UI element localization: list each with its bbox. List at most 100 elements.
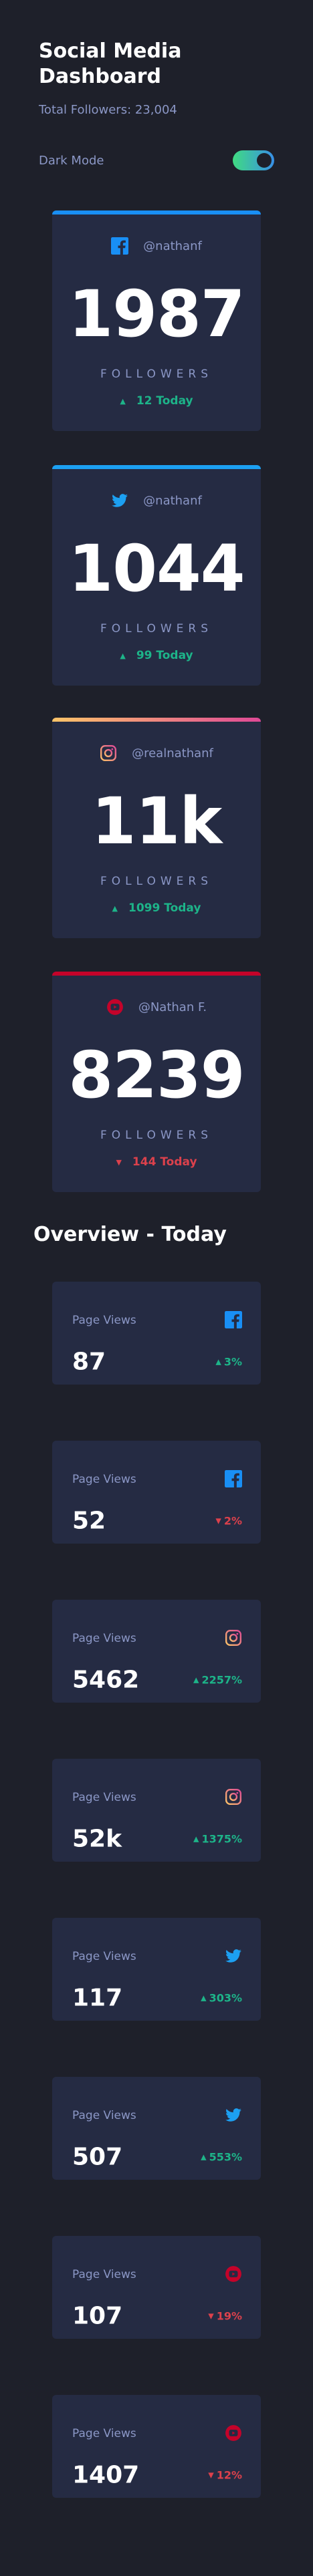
- overview-change-text: 3%: [223, 1355, 242, 1369]
- overview-card-twitter-views[interactable]: Page Views 117 ▲ 303%: [52, 1918, 261, 2021]
- overview-title: Overview - Today: [33, 1223, 227, 1246]
- overview-change-text: 2%: [223, 1514, 242, 1528]
- twitter-icon: [111, 492, 128, 509]
- arrow-down-icon: ▼: [116, 1157, 122, 1167]
- today-change: ▲ 99 Today: [52, 649, 261, 662]
- arrow-down-icon: ▼: [208, 2311, 214, 2321]
- overview-label: Page Views: [72, 2109, 136, 2122]
- overview-change-text: 1375%: [201, 1832, 242, 1846]
- overview-label: Page Views: [72, 1950, 136, 1963]
- overview-card-facebook-views[interactable]: Page Views 87 ▲ 3%: [52, 1282, 261, 1385]
- dashboard-header: Social Media Dashboard Total Followers: …: [39, 39, 280, 117]
- follower-count: 1044: [68, 531, 245, 606]
- follower-card-youtube[interactable]: @Nathan F. 8239 FOLLOWERS ▼ 144 Today: [52, 972, 261, 1192]
- overview-card-twitter-views[interactable]: Page Views 507 ▲ 553%: [52, 2077, 261, 2180]
- overview-change: ▲ 1375%: [193, 1833, 242, 1846]
- follower-card-facebook[interactable]: @nathanf 1987 FOLLOWERS ▲ 12 Today: [52, 210, 261, 431]
- card-stripe: [52, 972, 261, 976]
- today-change: ▼ 144 Today: [52, 1155, 261, 1169]
- overview-card-instagram-views[interactable]: Page Views 52k ▲ 1375%: [52, 1759, 261, 1862]
- account-handle: @nathanf: [143, 493, 202, 508]
- arrow-up-icon: ▲: [193, 1675, 199, 1685]
- overview-label: Page Views: [72, 1314, 136, 1327]
- overview-label: Page Views: [72, 2427, 136, 2440]
- overview-change-text: 553%: [209, 2150, 242, 2164]
- arrow-up-icon: ▲: [215, 1357, 221, 1367]
- twitter-icon: [225, 2106, 242, 2124]
- overview-value: 507: [72, 2143, 123, 2171]
- follower-count: 11k: [91, 784, 222, 859]
- youtube-icon: [225, 2265, 242, 2283]
- followers-label: FOLLOWERS: [100, 622, 213, 635]
- overview-change: ▼ 12%: [208, 2469, 242, 2482]
- overview-label: Page Views: [72, 1632, 136, 1645]
- account-handle: @Nathan F.: [138, 1000, 207, 1014]
- account-handle: @realnathanf: [132, 746, 213, 760]
- overview-value: 5462: [72, 1666, 140, 1694]
- arrow-up-icon: ▲: [120, 396, 126, 406]
- youtube-icon: [225, 2424, 242, 2442]
- followers-label: FOLLOWERS: [100, 368, 213, 381]
- overview-label: Page Views: [72, 1473, 136, 1486]
- overview-change-text: 12%: [216, 2468, 242, 2482]
- dark-mode-label: Dark Mode: [39, 153, 104, 168]
- card-handle-row: @Nathan F.: [52, 998, 261, 1016]
- card-stripe: [52, 718, 261, 722]
- follower-card-instagram[interactable]: @realnathanf 11k FOLLOWERS ▲ 1099 Today: [52, 718, 261, 938]
- overview-card-youtube-views[interactable]: Page Views 1407 ▼ 12%: [52, 2395, 261, 2498]
- followers-label: FOLLOWERS: [100, 875, 213, 888]
- overview-change-text: 2257%: [201, 1673, 242, 1687]
- card-handle-row: @realnathanf: [52, 744, 261, 762]
- overview-change: ▼ 2%: [215, 1515, 242, 1528]
- overview-card-facebook-views[interactable]: Page Views 52 ▼ 2%: [52, 1441, 261, 1544]
- arrow-up-icon: ▲: [201, 2152, 207, 2162]
- card-handle-row: @nathanf: [52, 237, 261, 255]
- today-change-text: 99 Today: [136, 649, 193, 662]
- toggle-knob: [257, 153, 272, 168]
- overview-value: 117: [72, 1984, 123, 2012]
- card-handle-row: @nathanf: [52, 492, 261, 509]
- arrow-down-icon: ▼: [215, 1516, 221, 1526]
- card-stripe: [52, 465, 261, 469]
- dark-mode-row: Dark Mode: [39, 150, 274, 170]
- overview-change: ▲ 2257%: [193, 1674, 242, 1687]
- follower-card-twitter[interactable]: @nathanf 1044 FOLLOWERS ▲ 99 Today: [52, 465, 261, 686]
- instagram-icon: [225, 1629, 242, 1647]
- follower-count: 1987: [68, 277, 245, 351]
- overview-card-youtube-views[interactable]: Page Views 107 ▼ 19%: [52, 2236, 261, 2339]
- followers-label: FOLLOWERS: [100, 1129, 213, 1142]
- page-title: Social Media Dashboard: [39, 39, 182, 88]
- overview-change: ▲ 303%: [201, 1992, 242, 2005]
- overview-change-text: 303%: [209, 1991, 242, 2005]
- twitter-icon: [225, 1947, 242, 1965]
- overview-value: 87: [72, 1348, 106, 1376]
- overview-change-text: 19%: [216, 2309, 242, 2323]
- overview-value: 107: [72, 2302, 123, 2330]
- instagram-icon: [100, 744, 117, 762]
- youtube-icon: [106, 998, 124, 1016]
- today-change-text: 1099 Today: [128, 901, 201, 915]
- overview-value: 1407: [72, 2461, 140, 2489]
- arrow-down-icon: ▼: [208, 2470, 214, 2480]
- today-change-text: 144 Today: [132, 1155, 197, 1169]
- overview-card-instagram-views[interactable]: Page Views 5462 ▲ 2257%: [52, 1600, 261, 1703]
- overview-change: ▲ 553%: [201, 2151, 242, 2164]
- overview-value: 52: [72, 1507, 106, 1535]
- today-change-text: 12 Today: [136, 394, 193, 408]
- overview-change: ▲ 3%: [215, 1356, 242, 1369]
- dark-mode-toggle[interactable]: [233, 150, 274, 170]
- instagram-icon: [225, 1788, 242, 1806]
- arrow-up-icon: ▲: [120, 651, 126, 660]
- arrow-up-icon: ▲: [201, 1993, 207, 2003]
- card-stripe: [52, 210, 261, 214]
- overview-value: 52k: [72, 1825, 122, 1853]
- today-change: ▲ 12 Today: [52, 394, 261, 408]
- total-followers: Total Followers: 23,004: [39, 103, 177, 117]
- arrow-up-icon: ▲: [112, 903, 118, 913]
- account-handle: @nathanf: [143, 239, 202, 253]
- facebook-icon: [225, 1311, 242, 1328]
- overview-label: Page Views: [72, 1791, 136, 1804]
- today-change: ▲ 1099 Today: [52, 901, 261, 915]
- overview-change: ▼ 19%: [208, 2310, 242, 2323]
- overview-label: Page Views: [72, 2268, 136, 2281]
